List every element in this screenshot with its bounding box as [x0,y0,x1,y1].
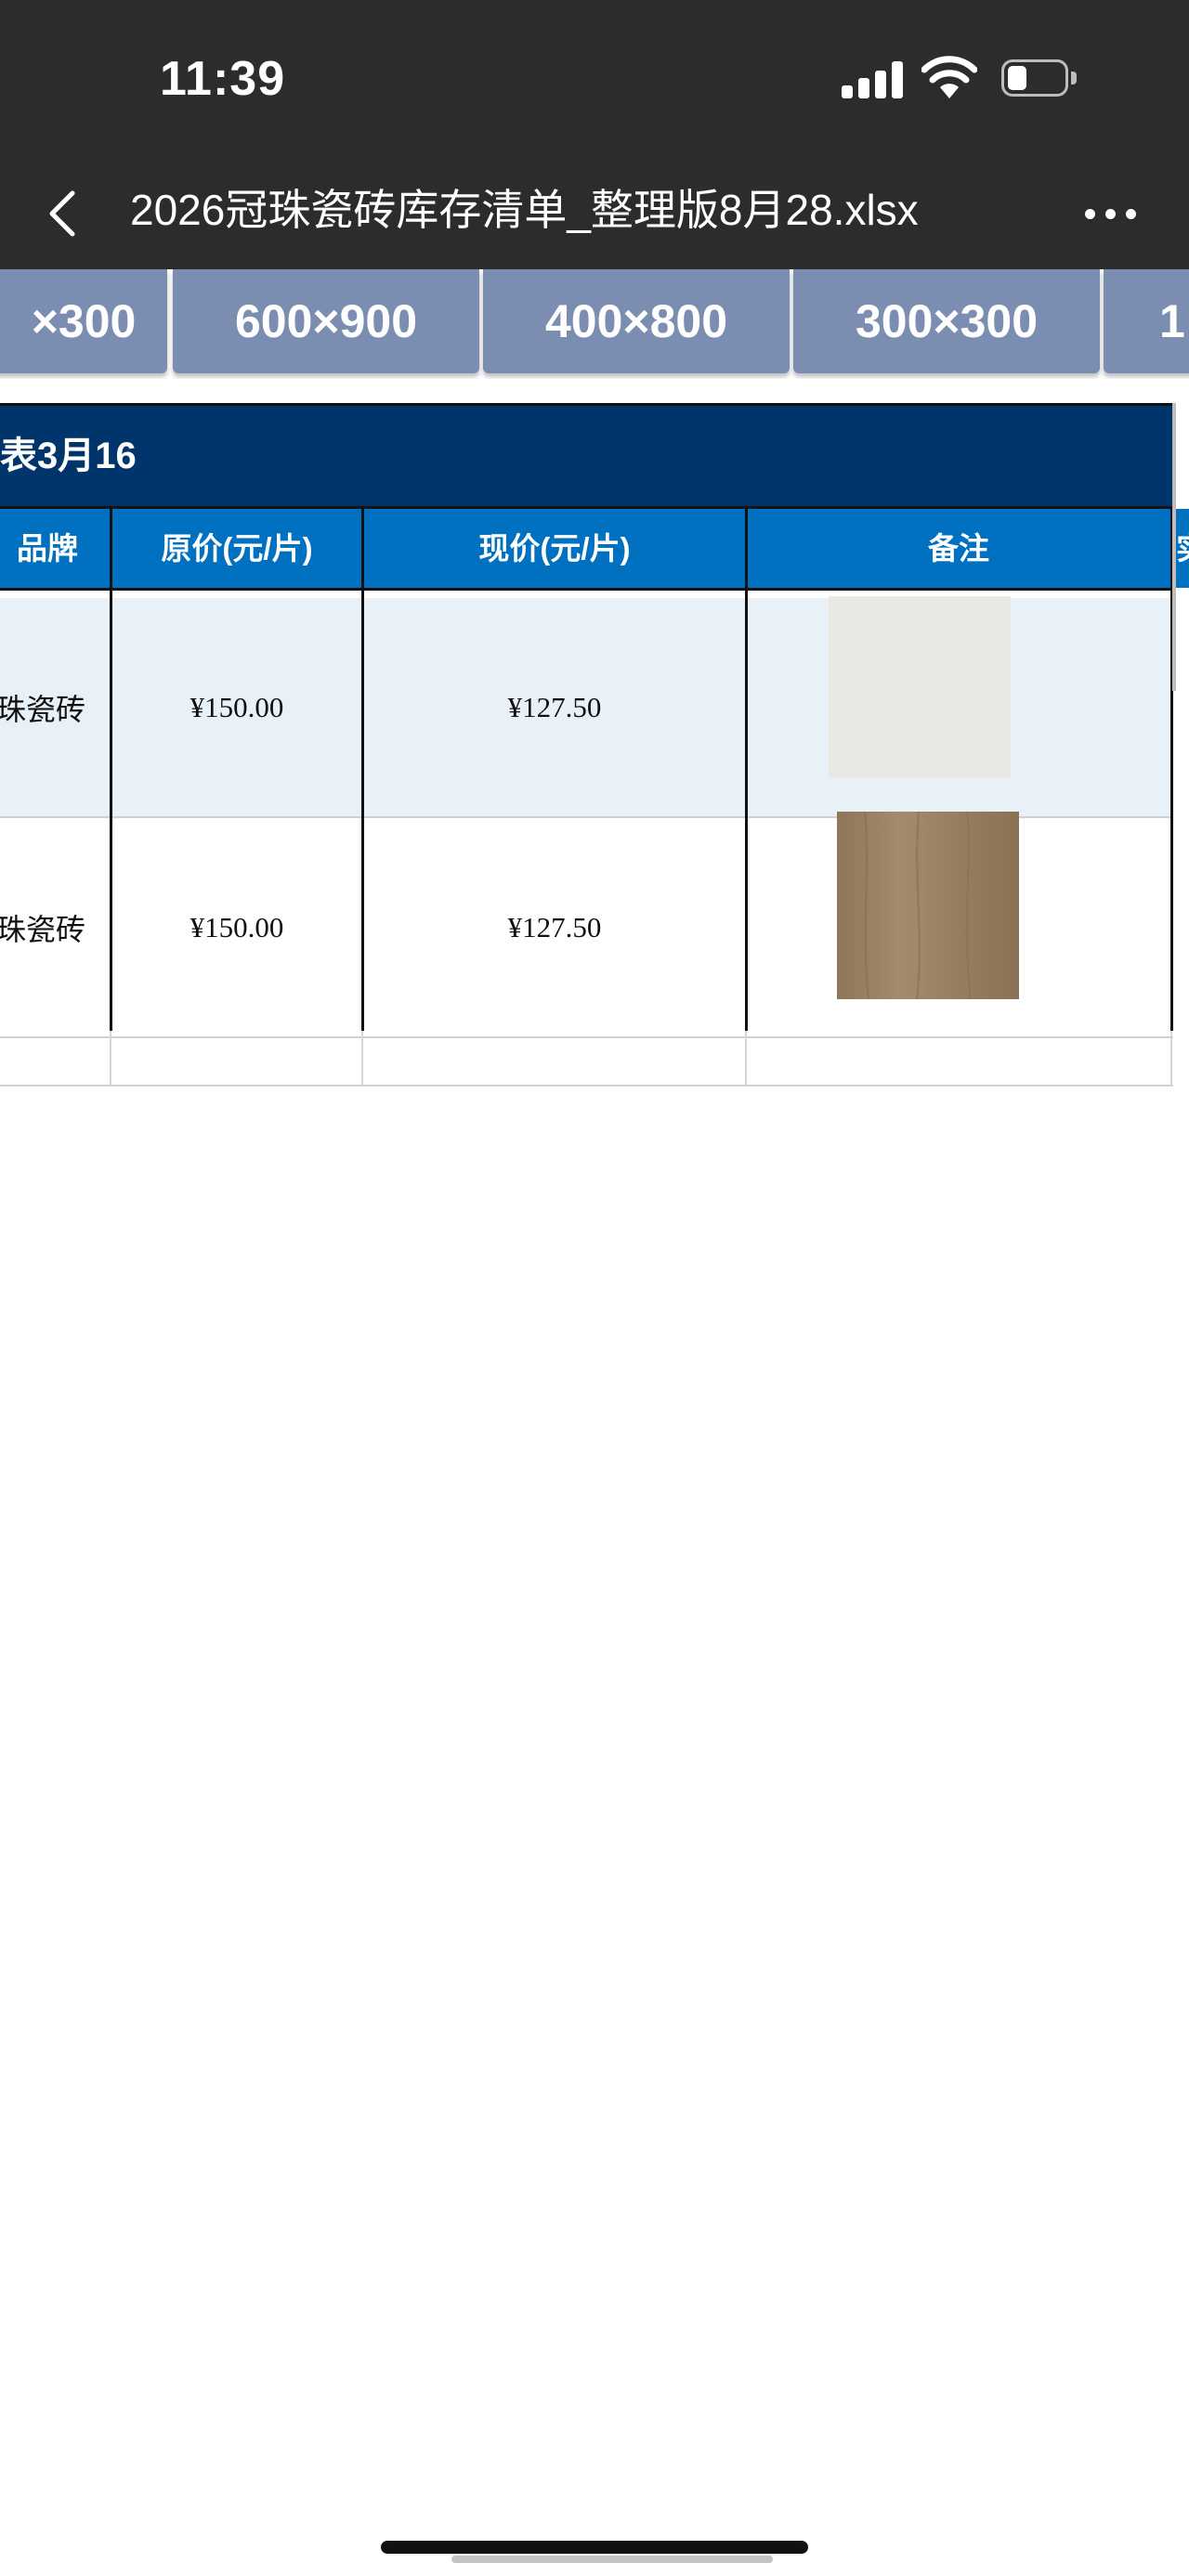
column-divider [110,509,112,1031]
cell-brand[interactable]: 珠瓷砖 [0,598,108,816]
table-row-empty[interactable] [0,1031,1173,1086]
header-remark[interactable]: 备注 [747,509,1170,588]
spreadsheet-grid: 表3月16 品牌 原价(元/片) 现价(元/片) 备注 实 珠瓷砖 ¥150.0… [0,379,1189,1308]
nav-bar: 2026冠珠瓷砖库存清单_整理版8月28.xlsx [0,158,1189,269]
back-chevron-icon[interactable] [41,188,87,240]
home-indicator[interactable] [381,2541,808,2554]
app-top-area: 11:39 2026冠珠瓷砖库存清单_整理版8月28.xlsx [0,0,1189,269]
cellular-signal-icon [842,61,907,98]
cell-brand[interactable]: 珠瓷砖 [0,818,108,1036]
header-original-price[interactable]: 原价(元/片) [111,509,362,588]
sheet-tab-600x900[interactable]: 600×900 [173,269,479,373]
column-divider [745,509,748,1031]
status-time: 11:39 [160,52,286,106]
column-divider [361,1031,363,1086]
cell-current-price[interactable]: ¥127.50 [364,598,745,816]
table-header-row: 品牌 原价(元/片) 现价(元/片) 备注 [0,509,1173,591]
status-bar: 11:39 [0,0,1189,158]
tile-image-wood[interactable] [837,812,1019,999]
cell-current-price[interactable]: ¥127.50 [364,818,745,1036]
column-divider [361,509,364,1031]
header-next-column[interactable]: 实 [1176,509,1189,588]
more-options-icon[interactable] [1083,201,1139,228]
sheet-tab-partial[interactable]: 1 [1104,269,1189,373]
header-brand[interactable]: 品牌 [0,509,110,588]
column-divider [745,1031,747,1086]
sheet-title-row: 表3月16 [0,403,1173,509]
column-divider [1170,1031,1172,1086]
horizontal-scroll-edge [1172,403,1176,691]
cell-original-price[interactable]: ¥150.00 [111,818,362,1036]
wifi-icon [921,56,977,98]
sheet-tab-400x800[interactable]: 400×800 [483,269,790,373]
cell-original-price[interactable]: ¥150.00 [111,598,362,816]
tile-image-light[interactable] [829,596,1011,778]
home-indicator-shadow [451,2556,773,2563]
sheet-tab-300x300[interactable]: 300×300 [793,269,1100,373]
sheet-tab-strip: ×300 600×900 400×800 300×300 1 [0,269,1189,379]
sheet-tab-300[interactable]: ×300 [0,269,167,373]
sheet-title: 表3月16 [0,436,137,476]
document-title: 2026冠珠瓷砖库存清单_整理版8月28.xlsx [130,186,919,234]
column-divider [110,1031,111,1086]
battery-icon [1001,59,1078,98]
header-current-price[interactable]: 现价(元/片) [364,509,745,588]
